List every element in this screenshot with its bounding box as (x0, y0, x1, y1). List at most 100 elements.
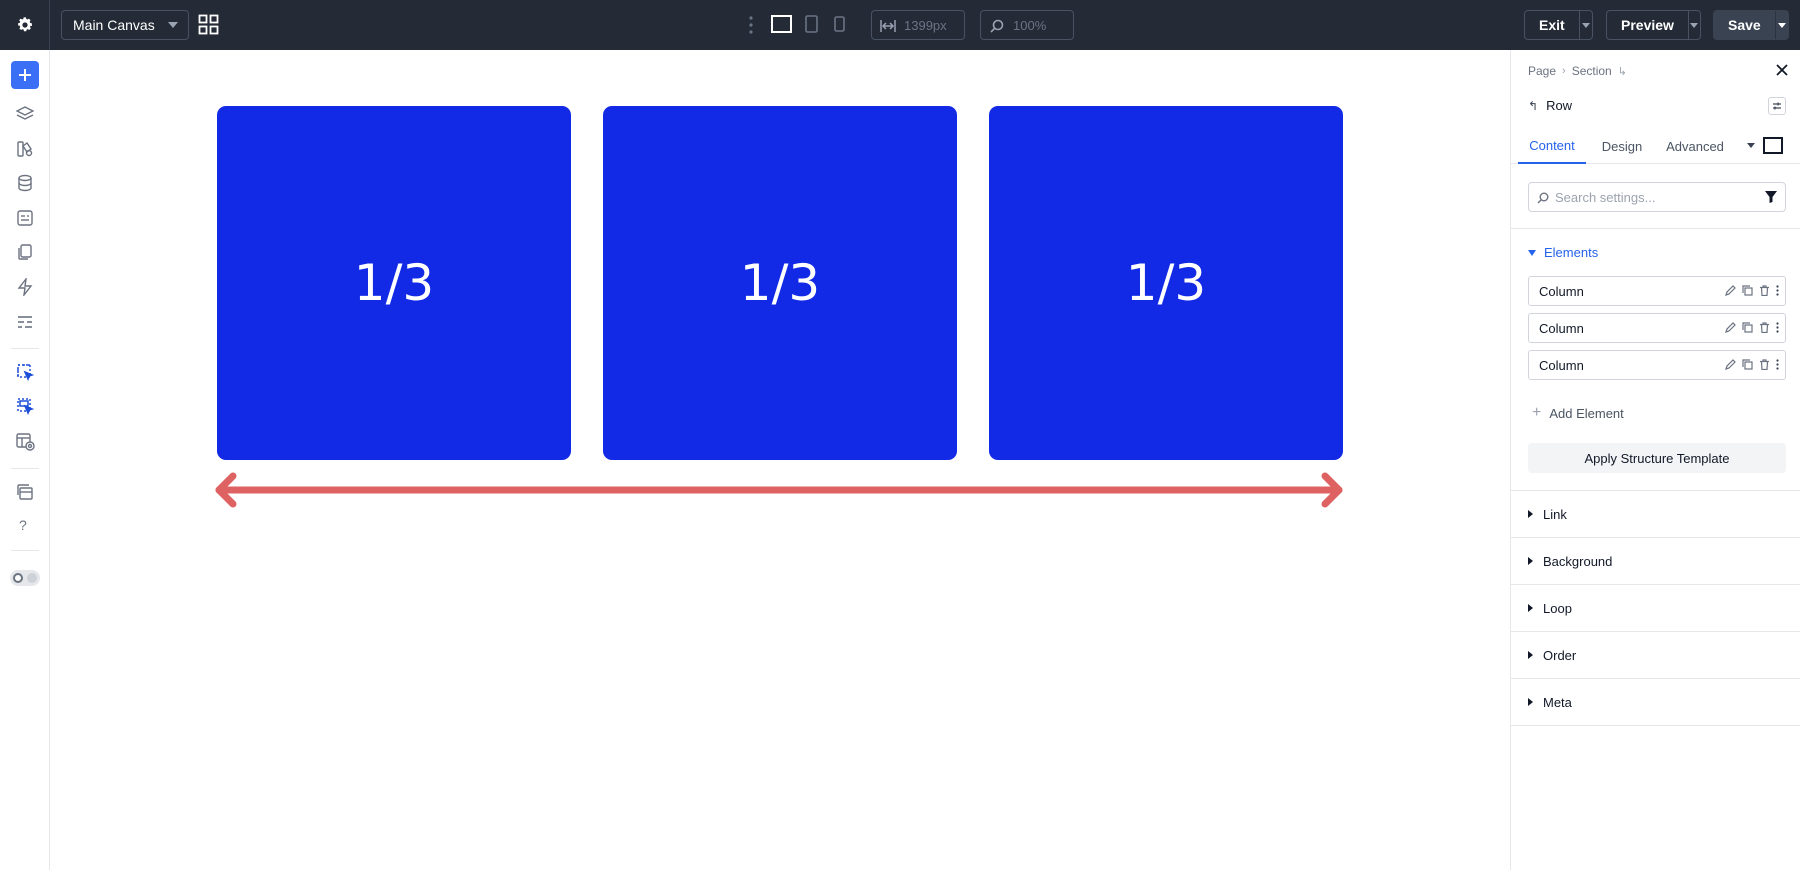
canvas-width-field[interactable]: 1399px (871, 10, 965, 40)
save-dropdown-icon[interactable] (1774, 11, 1788, 39)
save-button[interactable]: Save (1713, 10, 1789, 40)
element-row[interactable]: Column (1528, 313, 1786, 343)
plus-icon: + (1532, 404, 1542, 421)
pencil-icon[interactable] (1725, 322, 1736, 333)
divider (11, 468, 39, 469)
chevron-down-icon[interactable] (1747, 143, 1755, 148)
select-multiple-icon[interactable] (16, 397, 34, 415)
pencil-icon[interactable] (1725, 285, 1736, 296)
exit-dropdown-icon[interactable] (1578, 11, 1592, 39)
panel-title: ↰ Row (1528, 98, 1572, 113)
column-block[interactable]: 1/3 (217, 106, 571, 460)
caret-right-icon (1528, 557, 1533, 565)
trash-icon[interactable] (1759, 285, 1770, 296)
tab-content[interactable]: Content (1518, 128, 1586, 164)
trash-icon[interactable] (1759, 322, 1770, 333)
more-vertical-icon[interactable] (748, 15, 754, 35)
gear-icon[interactable] (0, 0, 50, 50)
divider (11, 348, 39, 349)
add-element-label: Add Element (1549, 405, 1624, 421)
structure-icon[interactable] (16, 313, 34, 331)
section-order[interactable]: Order (1511, 631, 1800, 678)
filter-icon[interactable] (1765, 191, 1777, 203)
divider (1511, 228, 1800, 229)
frame-icon[interactable] (1763, 137, 1783, 154)
breadcrumb-page[interactable]: Page (1528, 64, 1556, 78)
theme-toggle[interactable] (10, 570, 40, 586)
breadcrumb-section[interactable]: Section (1572, 64, 1612, 78)
canvas-select[interactable]: Main Canvas (61, 10, 189, 40)
tab-design[interactable]: Design (1595, 128, 1649, 164)
search-icon (990, 19, 1004, 33)
width-icon (880, 19, 896, 33)
element-row[interactable]: Column (1528, 350, 1786, 380)
canvas-width-value: 1399px (904, 17, 947, 33)
layers-icon[interactable] (16, 105, 34, 123)
select-element-icon[interactable] (16, 363, 34, 381)
section-label: Background (1543, 553, 1613, 569)
copy-icon[interactable] (1742, 359, 1753, 370)
caret-down-icon (1528, 249, 1536, 256)
tablet-view-icon[interactable] (805, 15, 818, 33)
preview-layout-icon[interactable] (16, 433, 36, 451)
exit-label: Exit (1539, 17, 1565, 33)
copy-icon[interactable] (1742, 322, 1753, 333)
column-block[interactable]: 1/3 (603, 106, 957, 460)
section-link[interactable]: Link (1511, 490, 1800, 537)
apply-structure-template-button[interactable]: Apply Structure Template (1528, 443, 1786, 473)
bolt-icon[interactable] (16, 278, 34, 296)
exit-button[interactable]: Exit (1524, 10, 1593, 40)
templates-icon[interactable] (16, 483, 34, 501)
divider (1511, 725, 1800, 726)
tab-advanced[interactable]: Advanced (1659, 128, 1731, 164)
trash-icon[interactable] (1759, 359, 1770, 370)
more-vertical-icon[interactable] (1776, 322, 1779, 333)
add-element-link[interactable]: + Add Element (1532, 404, 1624, 422)
double-arrow-icon (211, 470, 1347, 510)
element-row[interactable]: Column (1528, 276, 1786, 306)
preview-dropdown-icon[interactable] (1687, 11, 1700, 39)
caret-right-icon (1528, 651, 1533, 659)
panel-title-text: Row (1546, 98, 1573, 113)
chevron-down-icon (168, 22, 178, 28)
close-icon[interactable] (1776, 64, 1788, 76)
pages-icon[interactable] (16, 243, 34, 261)
add-element-button[interactable] (11, 61, 39, 89)
elements-section-header[interactable]: Elements (1528, 245, 1598, 260)
column-block[interactable]: 1/3 (989, 106, 1343, 460)
caret-right-icon (1528, 604, 1533, 612)
return-arrow-icon[interactable]: ↳ (1618, 65, 1627, 78)
preview-button[interactable]: Preview (1606, 10, 1701, 40)
back-arrow-icon[interactable]: ↰ (1528, 99, 1538, 113)
more-vertical-icon[interactable] (1776, 359, 1779, 370)
database-icon[interactable] (16, 174, 34, 192)
element-row-label: Column (1539, 320, 1584, 336)
top-toolbar: Main Canvas 1399px 100% Exit Preview Sav… (0, 0, 1800, 50)
section-loop[interactable]: Loop (1511, 584, 1800, 631)
section-background[interactable]: Background (1511, 537, 1800, 584)
sliders-icon[interactable] (1768, 97, 1786, 115)
search-settings-placeholder: Search settings... (1555, 189, 1656, 205)
forms-icon[interactable] (16, 209, 34, 227)
elements-heading: Elements (1544, 245, 1599, 260)
toggle-knob-icon (27, 573, 37, 583)
help-icon[interactable]: ? (19, 517, 27, 533)
search-icon (1537, 192, 1549, 204)
section-meta[interactable]: Meta (1511, 678, 1800, 725)
more-vertical-icon[interactable] (1776, 285, 1779, 296)
zoom-field[interactable]: 100% (980, 10, 1074, 40)
settings-panel: Page › Section ↳ ↰ Row Content Design Ad… (1510, 50, 1800, 870)
mobile-view-icon[interactable] (834, 16, 845, 32)
divider (11, 550, 39, 551)
main-canvas[interactable]: 1/3 1/3 1/3 (51, 50, 1510, 870)
desktop-view-icon[interactable] (771, 15, 792, 33)
section-label: Meta (1543, 694, 1572, 710)
pencil-icon[interactable] (1725, 359, 1736, 370)
grid-view-icon[interactable] (198, 14, 219, 35)
zoom-value: 100% (1013, 17, 1047, 33)
section-label: Loop (1543, 600, 1572, 616)
search-settings-field[interactable]: Search settings... (1528, 182, 1786, 212)
assets-icon[interactable] (16, 140, 34, 158)
copy-icon[interactable] (1742, 285, 1753, 296)
caret-right-icon (1528, 698, 1533, 706)
